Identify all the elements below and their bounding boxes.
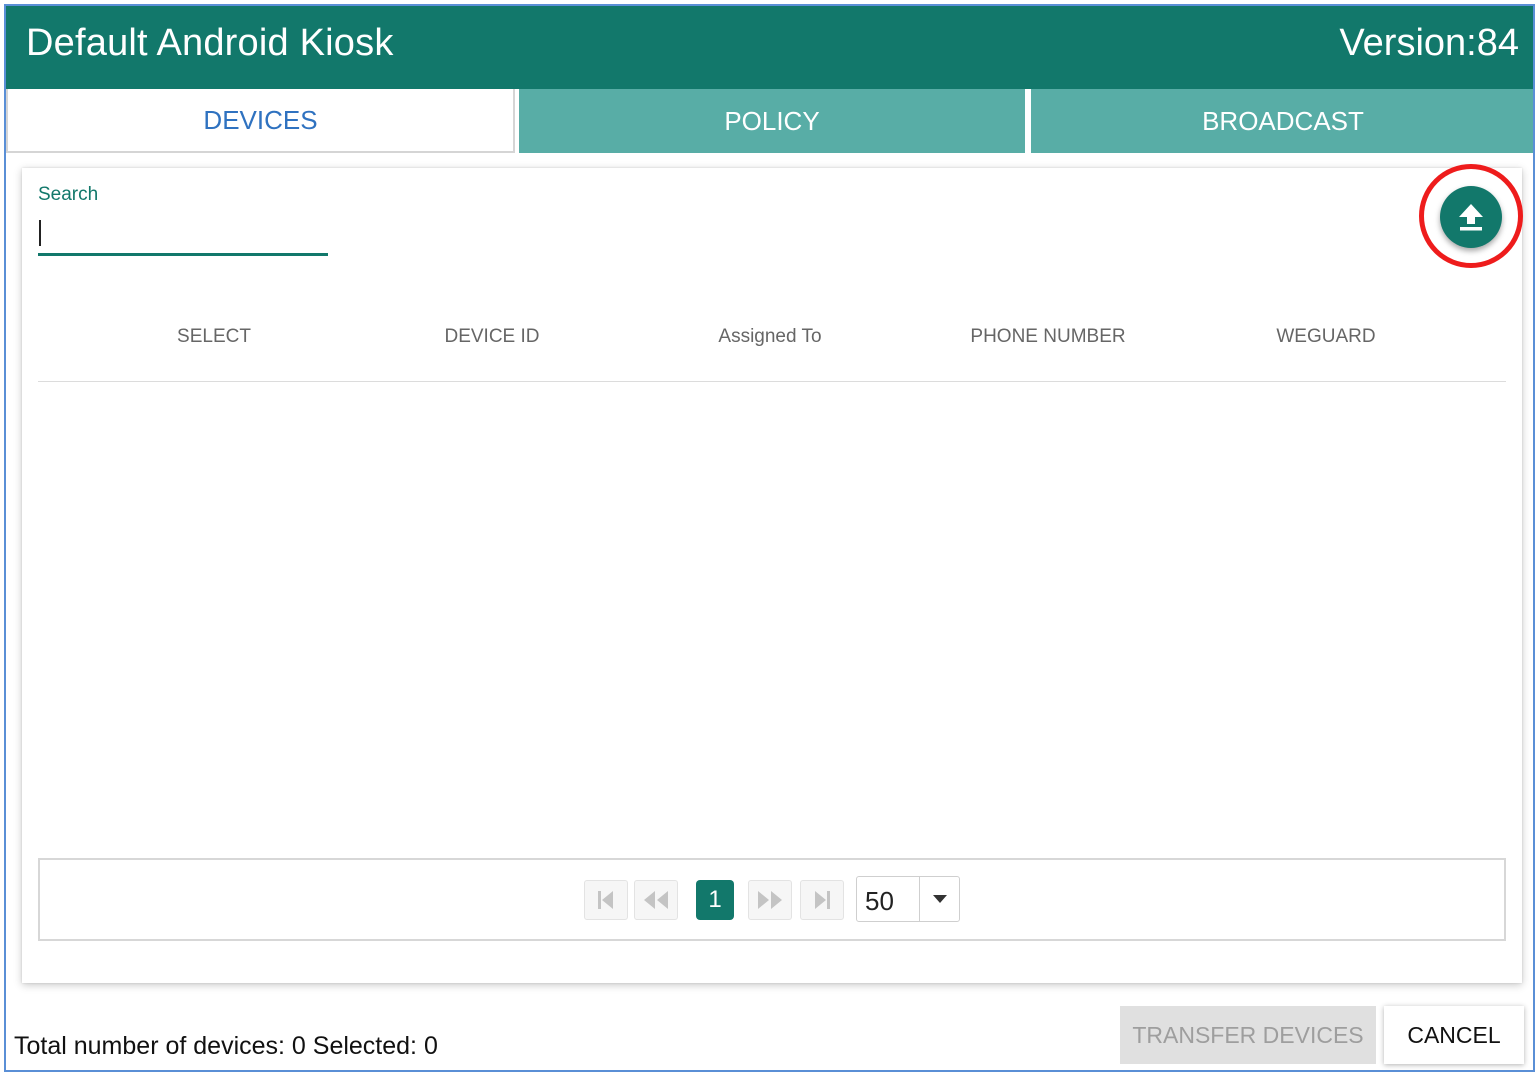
column-header-select[interactable]: SELECT [75, 326, 353, 348]
title-bar: Default Android Kiosk Version:84 [6, 6, 1533, 89]
first-page-button[interactable] [584, 880, 628, 920]
devices-panel: Search SELECT DEVICE ID Assigned To PHON… [22, 164, 1523, 983]
tab-bar: DEVICES POLICY BROADCAST [6, 89, 1533, 153]
current-page[interactable]: 1 [696, 880, 734, 920]
search-label: Search [38, 184, 99, 205]
last-page-icon [815, 891, 830, 909]
next-page-button[interactable] [748, 880, 792, 920]
app-title: Default Android Kiosk [26, 22, 394, 64]
search-input[interactable] [38, 214, 328, 256]
next-page-icon [758, 891, 782, 909]
tab-broadcast[interactable]: BROADCAST [1031, 89, 1533, 153]
page-size-dropdown-toggle[interactable] [919, 877, 959, 921]
last-page-button[interactable] [800, 880, 844, 920]
previous-page-icon [644, 891, 668, 909]
text-cursor [39, 220, 41, 246]
caret-down-icon [932, 895, 947, 903]
dialog-window: Default Android Kiosk Version:84 DEVICES… [4, 4, 1535, 1072]
pagination-bar: 1 50 [38, 858, 1506, 941]
column-header-assigned-to[interactable]: Assigned To [631, 326, 909, 348]
column-header-device-id[interactable]: DEVICE ID [353, 326, 631, 348]
first-page-icon [598, 891, 613, 909]
cancel-button[interactable]: CANCEL [1384, 1006, 1524, 1064]
column-header-weguard[interactable]: WEGUARD [1187, 326, 1465, 348]
device-count-summary: Total number of devices: 0 Selected: 0 [14, 1032, 438, 1060]
version-label: Version:84 [1339, 22, 1519, 64]
page-size-select[interactable]: 50 [856, 876, 960, 922]
previous-page-button[interactable] [634, 880, 678, 920]
page-size-value: 50 [865, 886, 894, 916]
upload-icon [1459, 204, 1483, 231]
transfer-devices-button[interactable]: TRANSFER DEVICES [1120, 1006, 1376, 1064]
upload-button[interactable] [1440, 186, 1502, 248]
tab-policy[interactable]: POLICY [519, 89, 1025, 153]
column-header-phone-number[interactable]: PHONE NUMBER [909, 326, 1187, 348]
tab-devices[interactable]: DEVICES [6, 89, 515, 153]
table-header: SELECT DEVICE ID Assigned To PHONE NUMBE… [38, 308, 1506, 382]
